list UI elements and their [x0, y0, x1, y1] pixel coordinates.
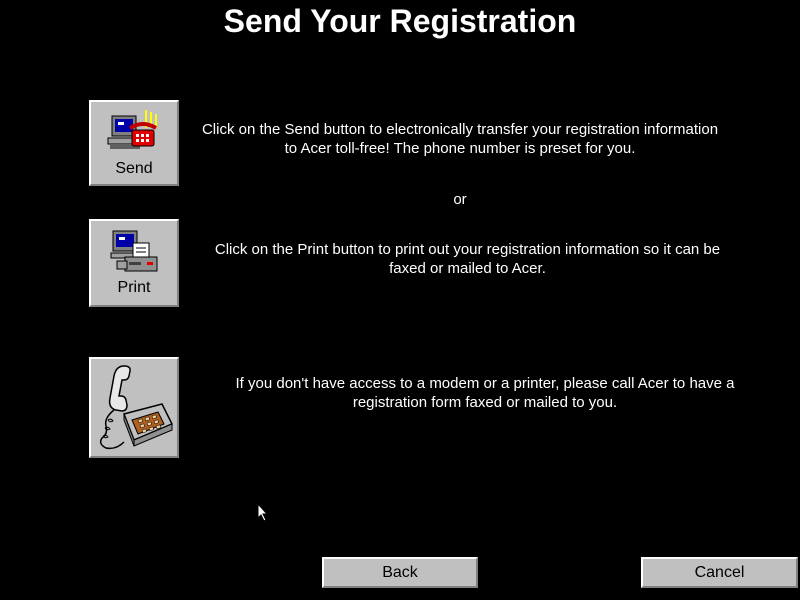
or-separator: or — [453, 191, 467, 208]
computer-printer-icon — [110, 230, 158, 272]
print-button-label: Print — [117, 279, 151, 296]
cancel-button[interactable]: Cancel — [641, 557, 798, 588]
send-button-label: Send — [115, 160, 153, 177]
phone-description: If you don't have access to a modem or a… — [235, 375, 735, 411]
send-description: Click on the Send button to electronical… — [201, 121, 719, 157]
registration-screen: Send Your Registration Send Click on the… — [0, 0, 800, 600]
send-button[interactable]: Send — [89, 100, 179, 186]
back-button[interactable]: Back — [322, 557, 478, 588]
computer-phone-icon — [107, 110, 158, 149]
telephone-icon — [99, 365, 174, 450]
print-description: Click on the Print button to print out y… — [214, 241, 721, 277]
page-title: Send Your Registration — [223, 3, 577, 39]
print-button[interactable]: Print — [89, 219, 179, 307]
telephone-picture — [89, 357, 179, 458]
mouse-pointer-icon — [257, 503, 269, 522]
